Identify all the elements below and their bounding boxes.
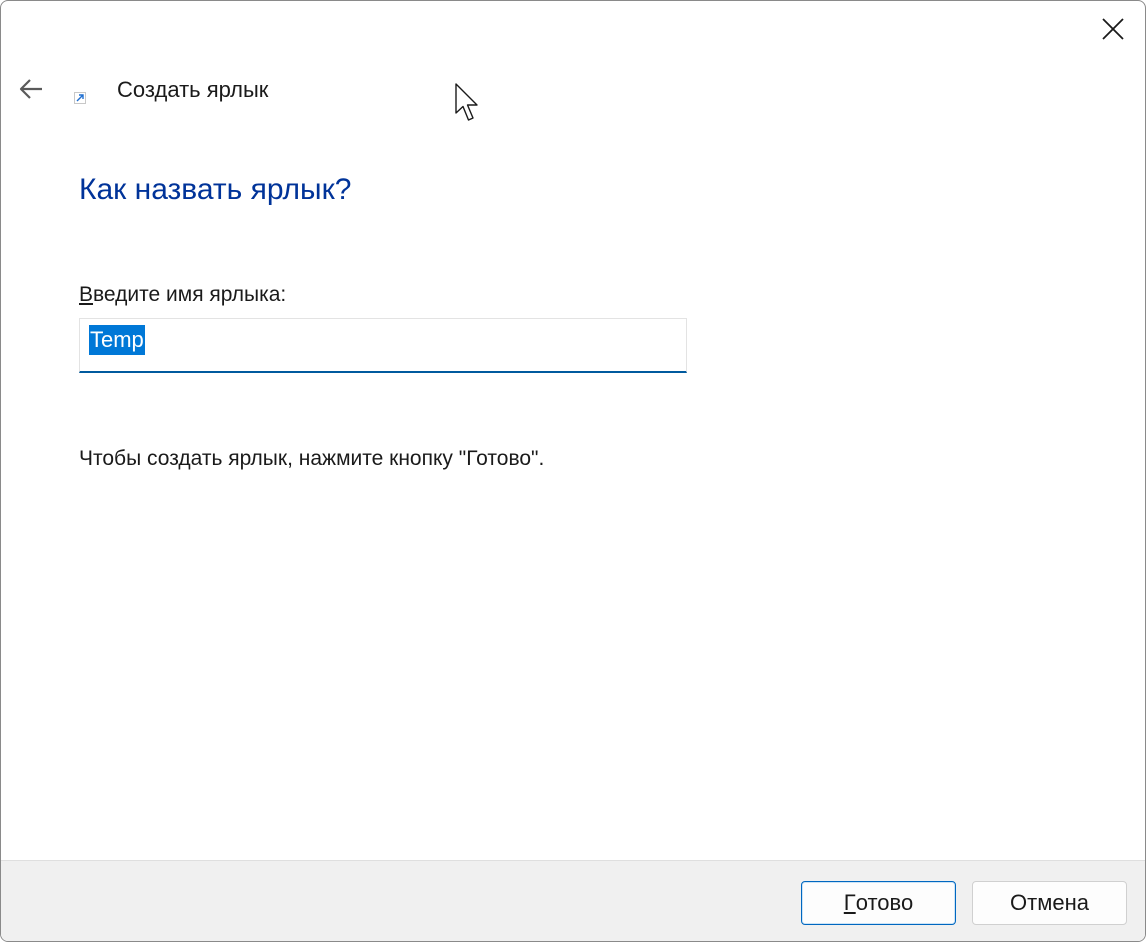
finish-access-key: Г	[843, 890, 856, 915]
finish-button[interactable]: Готово	[801, 881, 956, 925]
page-heading: Как назвать ярлык?	[79, 173, 352, 206]
window-title: Создать ярлык	[117, 77, 269, 102]
close-button[interactable]	[1089, 7, 1137, 51]
button-bar: Готово Отмена	[1, 860, 1145, 941]
label-access-key: В	[79, 283, 94, 306]
close-icon	[1102, 18, 1124, 40]
mouse-pointer-icon	[455, 83, 478, 121]
name-field-label: Введите имя ярлыка:	[79, 283, 286, 307]
finish-label: отово	[855, 890, 914, 915]
back-button[interactable]	[13, 69, 49, 109]
selected-text: Temp	[89, 325, 145, 355]
shortcut-name-input[interactable]: Temp	[79, 318, 687, 373]
back-arrow-icon	[19, 79, 42, 99]
instruction-text: Чтобы создать ярлык, нажмите кнопку "Гот…	[79, 447, 545, 470]
shortcut-icon	[74, 92, 86, 104]
cancel-button[interactable]: Отмена	[972, 881, 1127, 925]
create-shortcut-dialog: Создать ярлык Как назвать ярлык? Введите…	[0, 0, 1146, 942]
label-text: ведите имя ярлыка:	[93, 283, 287, 306]
